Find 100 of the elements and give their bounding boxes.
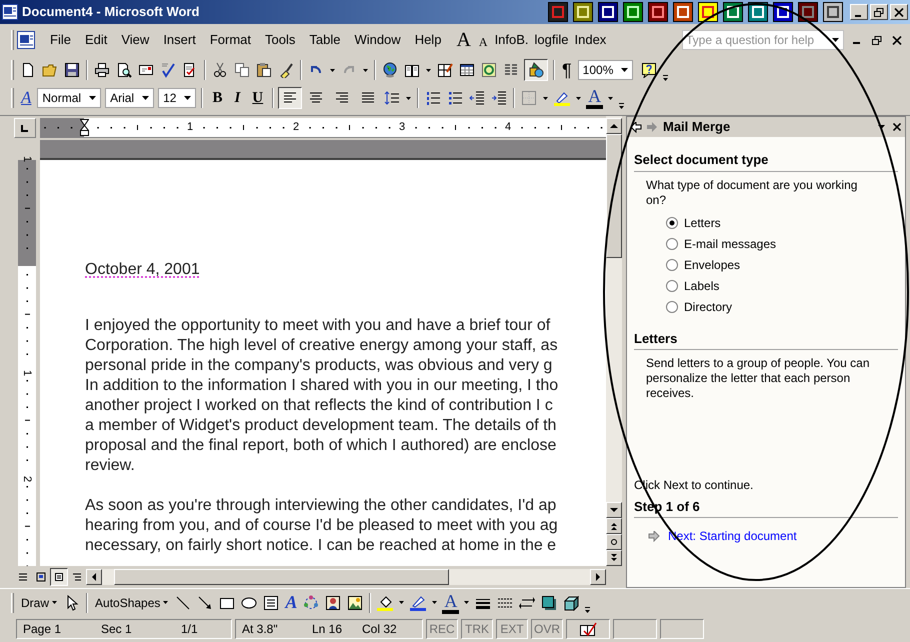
highlighter-icon[interactable] [554,90,570,106]
book-icon[interactable] [404,62,420,78]
radio-button[interactable] [666,216,678,228]
caret-icon[interactable] [432,601,438,604]
toolbar-options-icon[interactable] [663,75,668,81]
menu-item[interactable]: Tools [258,30,302,50]
dropdown-arrow-icon[interactable] [142,96,150,100]
shadow-icon[interactable] [541,594,558,610]
help-search-field[interactable]: Type a question for help [682,30,844,50]
spelling-check-icon[interactable] [160,62,176,78]
next-page-button[interactable] [606,550,622,566]
scroll-thumb[interactable] [606,134,622,258]
document-icon[interactable] [2,4,18,20]
dropdown-arrow-icon[interactable] [184,96,192,100]
caret-icon[interactable] [163,601,168,604]
menu-item[interactable]: Table [302,30,348,50]
tab-stop-button[interactable] [14,118,36,138]
pen-icon[interactable] [410,594,426,610]
close-icon[interactable] [893,123,901,131]
new-document-icon[interactable] [20,62,36,78]
application-icon[interactable] [773,2,793,22]
caret-icon[interactable] [543,96,548,100]
radio-option[interactable]: Envelopes [666,256,898,272]
printer-icon[interactable] [94,62,110,78]
draw-menu-button[interactable]: Draw [17,594,62,612]
restore-document-icon[interactable] [872,36,882,44]
oval-icon[interactable] [241,594,258,610]
browse-object-icon[interactable] [610,538,618,546]
styles-button[interactable]: A [17,85,36,111]
scroll-down-button[interactable] [606,502,622,518]
dropdown-arrow-icon[interactable] [878,125,885,129]
numbered-list-icon[interactable] [425,90,442,106]
save-icon[interactable] [64,62,80,78]
scroll-thumb[interactable] [114,569,449,585]
arrow-icon[interactable] [197,594,214,610]
globe-icon[interactable] [382,62,398,78]
dropdown-arrow-icon[interactable] [621,68,628,72]
text-box-icon[interactable] [263,594,280,610]
spelling-status-icon[interactable] [579,622,597,636]
paste-icon[interactable] [256,62,272,78]
caret-icon[interactable] [399,601,404,604]
scroll-left-icon[interactable] [90,573,98,581]
browse-object-button[interactable] [606,534,622,550]
menu-item[interactable]: Edit [78,30,114,50]
caret-icon[interactable] [426,68,431,72]
menu-item[interactable]: File [43,30,78,50]
help-icon[interactable] [641,62,658,78]
application-icon[interactable] [823,2,843,22]
line-spacing-icon[interactable] [384,90,400,106]
font-color-button[interactable]: A [586,87,604,109]
page-icon[interactable] [54,572,64,582]
application-icon[interactable] [623,2,643,22]
restore-icon[interactable] [874,8,884,16]
line-icon[interactable] [175,594,192,610]
radio-button[interactable] [666,258,678,270]
wordart-button[interactable]: A [282,589,300,616]
arrow-style-icon[interactable] [519,594,536,610]
font-dropdown[interactable]: Arial [105,88,154,108]
scroll-up-icon[interactable] [610,122,618,130]
menu-item[interactable]: Format [202,30,258,50]
align-left-button[interactable] [278,87,302,109]
bold-button[interactable]: B [206,86,228,110]
toolbar-options-icon[interactable] [585,607,590,613]
dropdown-arrow-icon[interactable] [89,96,96,100]
menu-item[interactable]: InfoB. [492,30,532,50]
bullet-list-icon[interactable] [447,90,464,106]
picture-icon[interactable] [347,594,364,610]
print-preview-icon[interactable] [116,62,132,78]
back-arrow-icon[interactable] [631,122,642,132]
scissors-icon[interactable] [212,62,228,78]
columns-icon[interactable] [503,62,519,78]
radio-option[interactable]: Labels [666,278,898,294]
print-layout-view-button[interactable] [50,568,68,586]
lines-icon[interactable] [18,572,28,582]
underline-button[interactable]: U [246,86,270,110]
menu-item[interactable]: logfile [532,30,572,50]
radio-option[interactable]: Directory [666,298,898,314]
menu-item[interactable]: Index [572,30,610,50]
dropdown-arrow-icon[interactable] [832,38,839,42]
menu-item[interactable]: Insert [156,30,203,50]
table-pencil-icon[interactable] [437,62,453,78]
indent-marker-icon[interactable] [80,119,89,136]
scroll-right-icon[interactable] [594,573,602,581]
scroll-left-button[interactable] [86,569,102,585]
caret-icon[interactable] [406,96,412,100]
diagram-icon[interactable] [303,594,320,610]
caret-icon[interactable] [608,96,614,100]
copy-icon[interactable] [234,62,250,78]
grow-font-button[interactable]: A [452,25,475,55]
tab-stop-icon[interactable] [21,124,29,132]
application-icon[interactable] [673,2,693,22]
increase-indent-icon[interactable] [491,90,508,106]
style-dropdown[interactable]: Normal [37,88,102,108]
outline-icon[interactable] [72,572,82,582]
zoom-dropdown[interactable]: 100% [578,60,634,80]
scroll-down-icon[interactable] [610,506,618,514]
application-icon[interactable] [698,2,718,22]
caret-icon[interactable] [576,96,582,100]
radio-button[interactable] [666,300,678,312]
minimize-button[interactable] [850,4,868,20]
